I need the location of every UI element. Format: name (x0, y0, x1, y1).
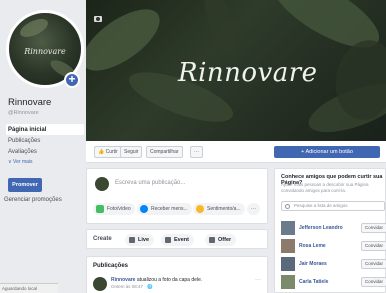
page-title[interactable]: Rinnovare (8, 97, 51, 108)
search-icon (285, 204, 290, 209)
composer-input[interactable]: Escreva uma publicação... (115, 180, 185, 186)
post-author-link[interactable]: Rinnovare (111, 277, 135, 283)
invite-friends-card: Conhece amigos que podem curtir sua Pági… (274, 168, 386, 293)
invite-button[interactable]: Convidar (360, 277, 386, 287)
feeling-button[interactable]: Sentimento/a... (193, 203, 245, 215)
list-item: Rosa Leme Convidar (281, 239, 386, 255)
sidebar-item-reviews[interactable]: Avaliações (6, 146, 84, 157)
add-photo-icon[interactable]: + (64, 72, 80, 88)
event-button[interactable]: Event (161, 234, 194, 246)
promote-button[interactable]: Promover (8, 178, 42, 192)
invite-button[interactable]: Convidar (360, 223, 386, 233)
add-button-cta[interactable]: + Adicionar um botão (274, 146, 380, 158)
avatar[interactable] (281, 275, 295, 289)
sidebar-item-home[interactable]: Página inicial (6, 124, 84, 135)
left-sidebar: Rinnovare + Rinnovare @Rinnovare Página … (0, 0, 84, 293)
list-item: Jefferson Leandro Convidar (281, 221, 386, 237)
create-bar: Create Live Event Offer (86, 229, 268, 249)
avatar[interactable] (93, 277, 107, 291)
leaf-decoration (17, 15, 51, 41)
post-action: atualizou a foto da capa dele. (136, 277, 203, 283)
friend-search-input[interactable]: Pesquise a lista de amigos (281, 201, 385, 211)
get-messages-label: Receber mens... (151, 206, 188, 212)
page-handle: @Rinnovare (8, 110, 39, 116)
post-composer: Escreva uma publicação... Foto/vídeo Rec… (86, 168, 268, 224)
friend-name[interactable]: Rosa Leme (299, 243, 326, 249)
posts-section: Publicações Rinnovare atualizou a foto d… (86, 256, 268, 293)
photo-icon (96, 205, 104, 213)
photo-video-label: Foto/vídeo (107, 206, 131, 212)
friend-search-placeholder: Pesquise a lista de amigos (294, 203, 348, 208)
create-label: Create (93, 236, 112, 242)
live-label: Live (138, 237, 150, 243)
event-label: Event (174, 237, 189, 243)
leaf-decoration (86, 0, 170, 83)
camera-icon[interactable] (94, 16, 102, 22)
invite-button[interactable]: Convidar (360, 259, 386, 269)
sidebar-nav: Página inicial Publicações Avaliações ∨ … (6, 124, 84, 167)
friend-name[interactable]: Jair Moraes (299, 261, 327, 267)
friend-name[interactable]: Carla Tatiele (299, 279, 328, 285)
avatar[interactable] (281, 221, 295, 235)
manage-promotions-link[interactable]: Gerenciar promoções (4, 197, 62, 203)
avatar[interactable] (281, 257, 295, 271)
share-button[interactable]: Compartilhar (146, 146, 183, 158)
browser-status-bar: Aguardando local (0, 283, 58, 293)
messenger-icon (140, 205, 148, 213)
avatar (95, 177, 109, 191)
smiley-icon (196, 205, 204, 213)
live-button[interactable]: Live (125, 234, 155, 246)
sidebar-item-posts[interactable]: Publicações (6, 135, 84, 146)
invite-button[interactable]: Convidar (360, 241, 386, 251)
composer-more-button[interactable]: ··· (247, 203, 260, 215)
offer-button[interactable]: Offer (205, 234, 237, 246)
friend-name[interactable]: Jefferson Leandro (299, 225, 343, 231)
post-text: Rinnovare atualizou a foto da capa dele. (111, 277, 202, 283)
leaf-decoration (197, 0, 245, 59)
invite-subtext: Ajude mais pessoas a descobrir sua Págin… (281, 182, 369, 193)
see-more-link[interactable]: ∨ Ver mais (6, 157, 84, 167)
avatar[interactable] (281, 239, 295, 253)
posts-heading: Publicações (93, 263, 129, 269)
calendar-icon (165, 237, 171, 243)
photo-video-button[interactable]: Foto/vídeo (93, 203, 135, 215)
cover-photo[interactable]: Rinnovare (86, 0, 386, 141)
follow-button[interactable]: Seguir (120, 146, 143, 158)
feeling-label: Sentimento/a... (207, 206, 241, 212)
post-menu-icon[interactable]: ··· (255, 277, 261, 283)
tag-icon (209, 237, 215, 243)
list-item: Jair Moraes Convidar (281, 257, 386, 273)
cover-brand-text: Rinnovare (178, 58, 318, 88)
post-timestamp[interactable]: Ontem às 08:47 · 🌐 (111, 284, 153, 290)
page-action-bar: 👍 Curtir Seguir Compartilhar ··· + Adici… (86, 141, 386, 163)
composer-options: Foto/vídeo Receber mens... Sentimento/a.… (93, 203, 263, 217)
get-messages-button[interactable]: Receber mens... (137, 203, 192, 215)
like-button[interactable]: 👍 Curtir (94, 146, 122, 158)
list-item: Carla Tatiele Convidar (281, 275, 386, 291)
live-icon (129, 237, 135, 243)
more-actions-button[interactable]: ··· (190, 146, 203, 158)
profile-logo-text: Rinnovare (24, 47, 66, 56)
offer-label: Offer (218, 237, 232, 243)
